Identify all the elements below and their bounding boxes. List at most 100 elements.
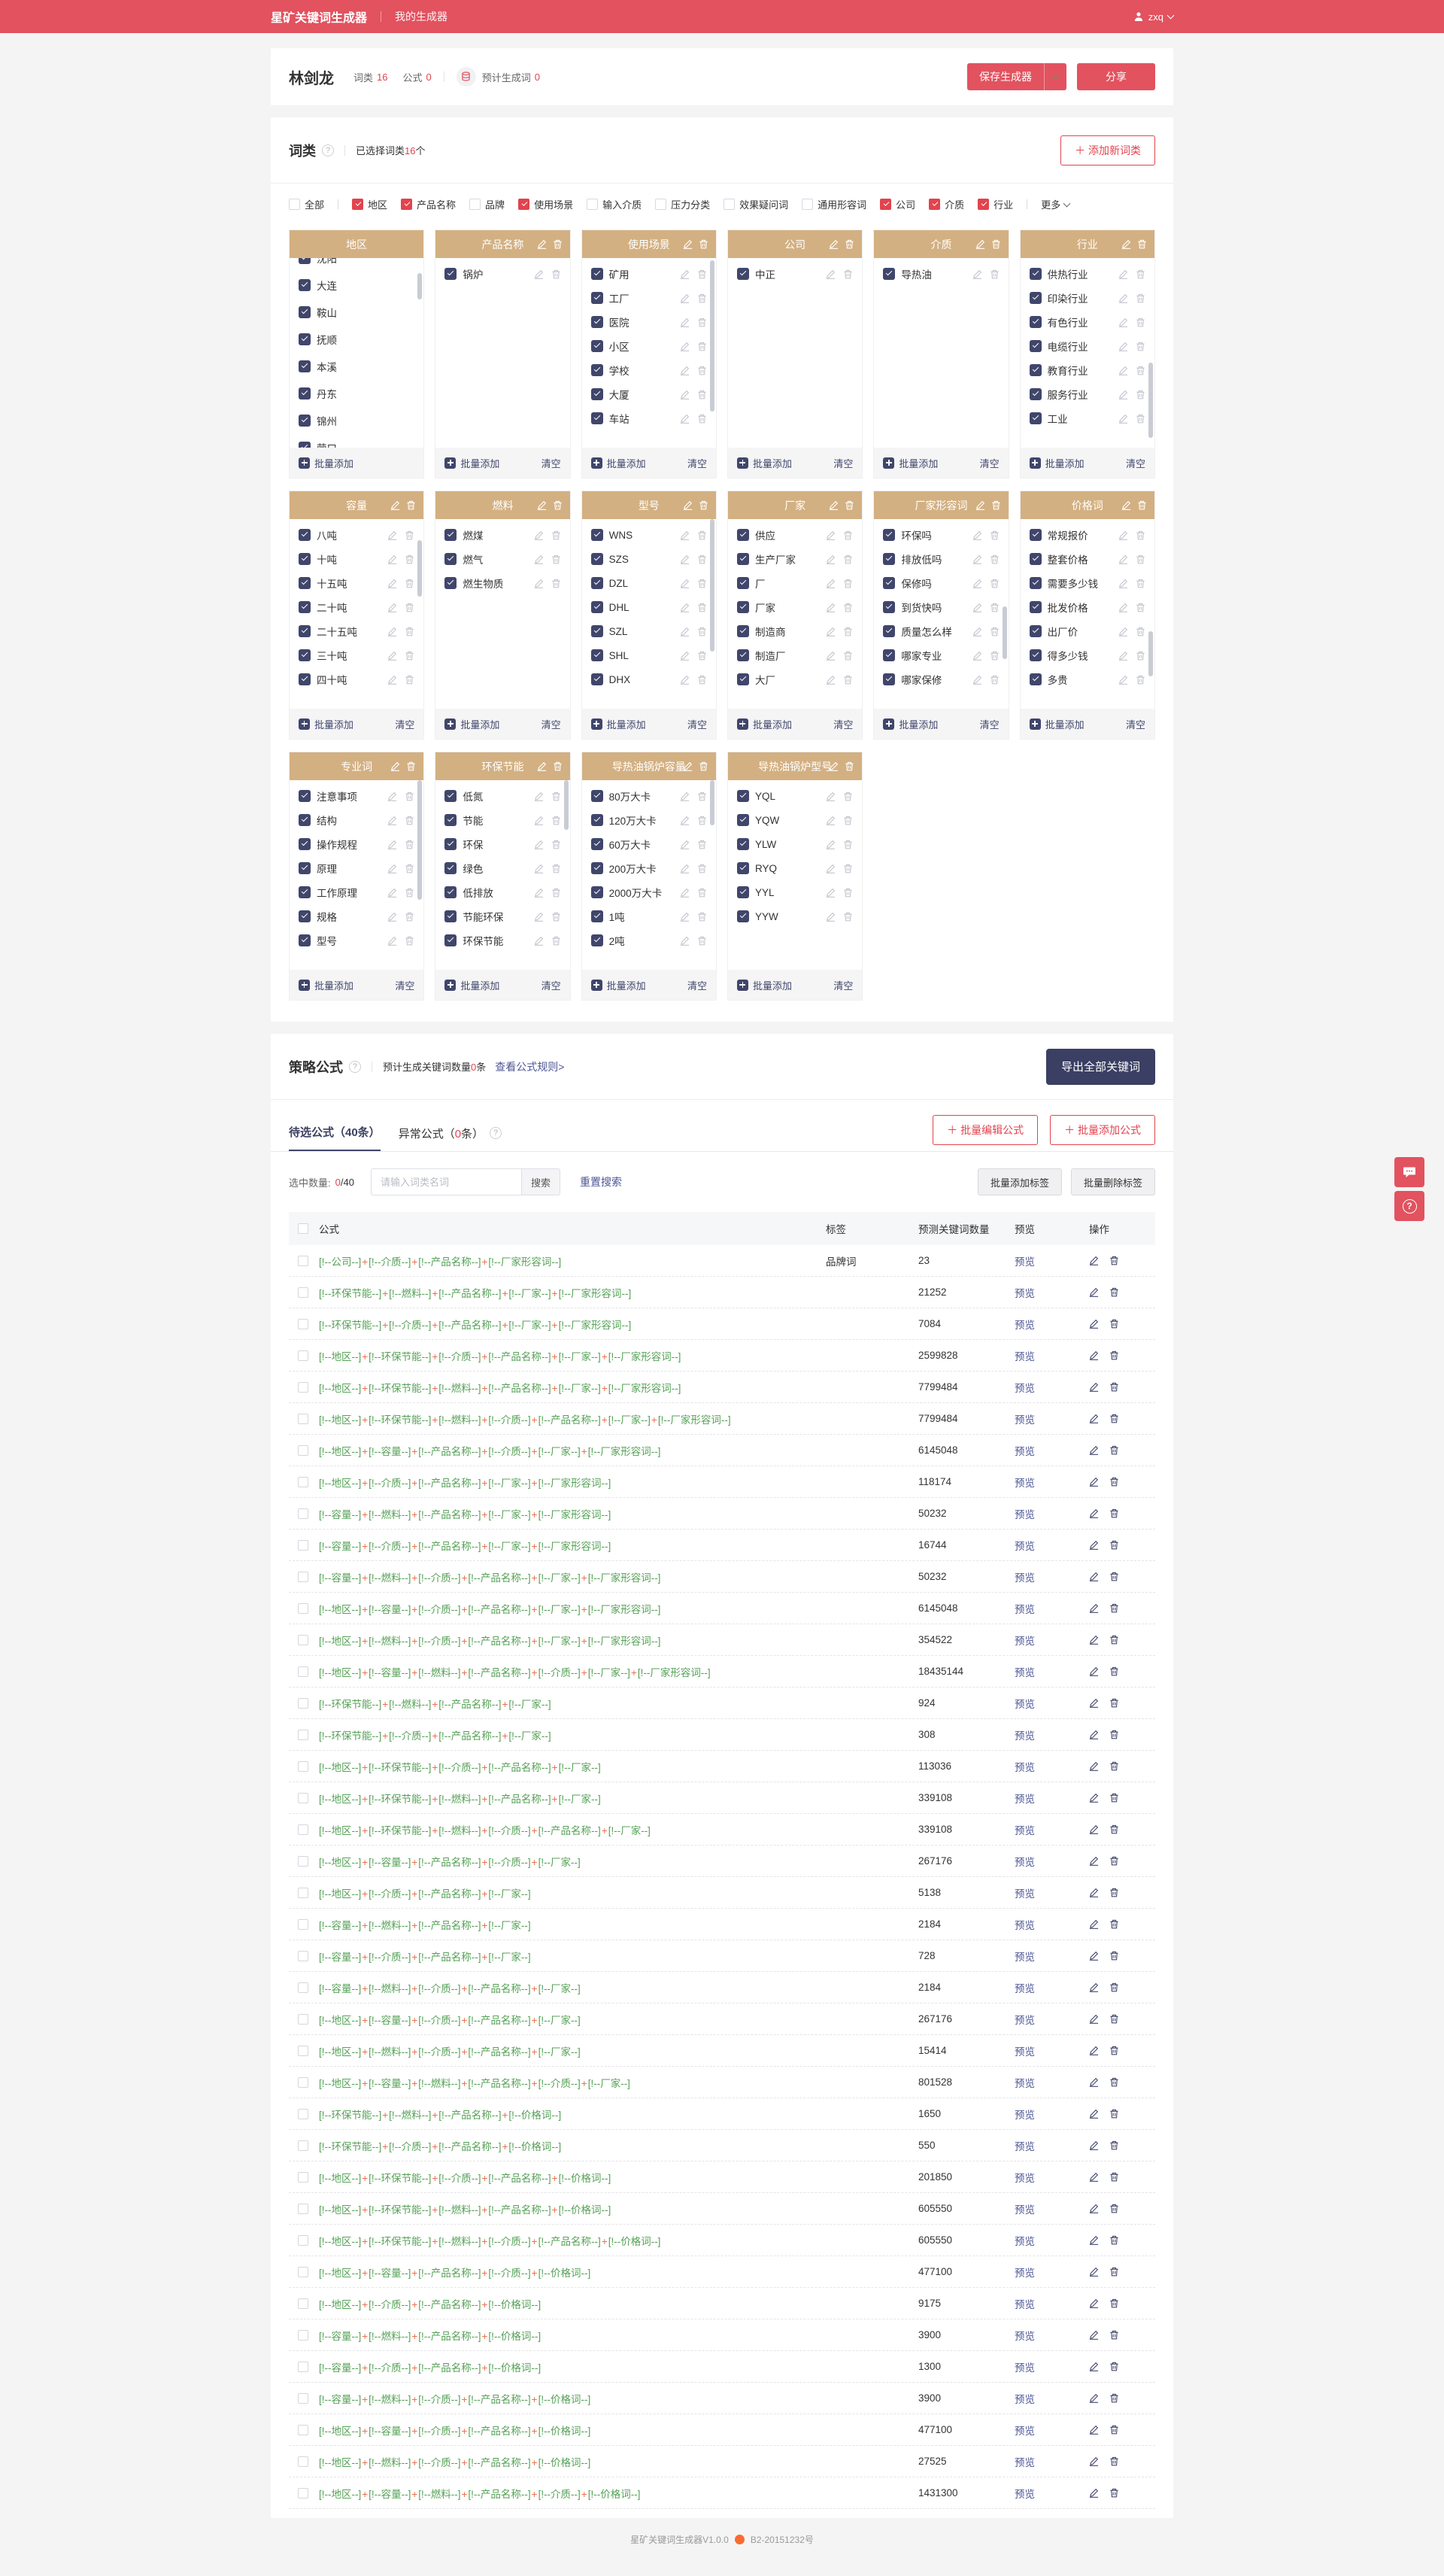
- edit-icon[interactable]: [680, 269, 690, 279]
- item-checkbox[interactable]: [299, 306, 311, 318]
- row-checkbox[interactable]: [298, 2140, 308, 2151]
- edit-icon[interactable]: [1089, 1382, 1099, 1392]
- edit-icon[interactable]: [1089, 1540, 1099, 1550]
- delete-icon[interactable]: [1136, 554, 1145, 564]
- item-checkbox[interactable]: [444, 529, 457, 541]
- scrollbar-thumb[interactable]: [1002, 606, 1007, 660]
- edit-icon[interactable]: [972, 530, 982, 540]
- edit-icon[interactable]: [1121, 239, 1131, 249]
- delete-icon[interactable]: [990, 627, 1000, 636]
- clear-button[interactable]: 清空: [1126, 456, 1145, 470]
- clear-button[interactable]: 清空: [1126, 717, 1145, 731]
- edit-icon[interactable]: [1089, 1982, 1099, 1992]
- row-checkbox[interactable]: [298, 1697, 308, 1709]
- preview-link[interactable]: 预览: [1015, 1509, 1035, 1520]
- batch-add-button[interactable]: 批量添加: [1029, 456, 1085, 470]
- delete-icon[interactable]: [1136, 675, 1145, 685]
- item-checkbox[interactable]: [444, 790, 457, 802]
- delete-icon[interactable]: [843, 603, 853, 612]
- delete-icon[interactable]: [405, 603, 414, 612]
- checkbox-icon[interactable]: [289, 199, 300, 210]
- delete-icon[interactable]: [405, 530, 414, 540]
- preview-link[interactable]: 预览: [1015, 1414, 1035, 1426]
- edit-icon[interactable]: [387, 912, 397, 922]
- batch-add-button[interactable]: 批量添加: [883, 717, 938, 731]
- edit-icon[interactable]: [972, 554, 982, 564]
- edit-icon[interactable]: [1118, 651, 1128, 661]
- edit-icon[interactable]: [1089, 1414, 1099, 1423]
- row-checkbox[interactable]: [298, 2487, 308, 2499]
- delete-icon[interactable]: [1109, 2046, 1119, 2055]
- edit-icon[interactable]: [534, 864, 544, 873]
- preview-link[interactable]: 预览: [1015, 2299, 1035, 2310]
- row-checkbox[interactable]: [298, 1634, 308, 1645]
- edit-icon[interactable]: [680, 390, 690, 399]
- delete-icon[interactable]: [1136, 627, 1145, 636]
- item-checkbox[interactable]: [883, 577, 896, 589]
- delete-icon[interactable]: [1136, 651, 1145, 661]
- edit-icon[interactable]: [1089, 1445, 1099, 1455]
- preview-link[interactable]: 预览: [1015, 2426, 1035, 2437]
- delete-icon[interactable]: [1137, 500, 1147, 510]
- delete-icon[interactable]: [843, 554, 853, 564]
- item-checkbox[interactable]: [590, 838, 603, 850]
- edit-icon[interactable]: [826, 840, 836, 849]
- delete-icon[interactable]: [697, 675, 707, 685]
- row-checkbox[interactable]: [298, 1476, 308, 1487]
- delete-icon[interactable]: [697, 791, 707, 801]
- batch-add-button[interactable]: 批量添加: [444, 717, 499, 731]
- checkbox-icon[interactable]: [352, 199, 364, 210]
- item-checkbox[interactable]: [883, 601, 896, 613]
- delete-icon[interactable]: [406, 500, 416, 510]
- edit-icon[interactable]: [1118, 675, 1128, 685]
- item-checkbox[interactable]: [883, 268, 896, 280]
- edit-icon[interactable]: [826, 675, 836, 685]
- edit-icon[interactable]: [537, 239, 547, 249]
- item-checkbox[interactable]: [590, 862, 603, 874]
- item-checkbox[interactable]: [736, 577, 749, 589]
- edit-icon[interactable]: [1089, 1666, 1099, 1676]
- item-checkbox[interactable]: [590, 388, 603, 400]
- preview-link[interactable]: 预览: [1015, 2331, 1035, 2342]
- edit-icon[interactable]: [1089, 2140, 1099, 2150]
- edit-icon[interactable]: [1089, 1572, 1099, 1581]
- delete-icon[interactable]: [405, 840, 414, 849]
- item-checkbox[interactable]: [299, 790, 311, 802]
- edit-icon[interactable]: [387, 651, 397, 661]
- item-checkbox[interactable]: [444, 910, 457, 922]
- item-checkbox[interactable]: [736, 886, 749, 898]
- preview-link[interactable]: 预览: [1015, 2141, 1035, 2152]
- scrollbar-thumb[interactable]: [563, 780, 569, 830]
- edit-icon[interactable]: [1089, 1256, 1099, 1265]
- edit-icon[interactable]: [1118, 603, 1128, 612]
- preview-link[interactable]: 预览: [1015, 1699, 1035, 1710]
- item-checkbox[interactable]: [883, 649, 896, 661]
- row-checkbox[interactable]: [298, 2361, 308, 2372]
- edit-icon[interactable]: [1089, 1824, 1099, 1834]
- item-checkbox[interactable]: [590, 577, 603, 589]
- delete-icon[interactable]: [697, 342, 707, 351]
- item-checkbox[interactable]: [736, 673, 749, 685]
- row-checkbox[interactable]: [298, 1444, 308, 1456]
- delete-icon[interactable]: [1136, 414, 1145, 424]
- item-checkbox[interactable]: [1029, 268, 1042, 280]
- edit-icon[interactable]: [1089, 2456, 1099, 2466]
- edit-icon[interactable]: [537, 761, 547, 771]
- edit-icon[interactable]: [1089, 1477, 1099, 1487]
- edit-icon[interactable]: [1118, 579, 1128, 588]
- delete-icon[interactable]: [1136, 269, 1145, 279]
- delete-icon[interactable]: [990, 554, 1000, 564]
- item-checkbox[interactable]: [444, 577, 457, 589]
- item-checkbox[interactable]: [736, 814, 749, 826]
- row-checkbox[interactable]: [298, 2266, 308, 2277]
- clear-button[interactable]: 清空: [395, 717, 414, 731]
- edit-icon[interactable]: [1089, 1319, 1099, 1329]
- delete-icon[interactable]: [1109, 2077, 1119, 2087]
- item-checkbox[interactable]: [444, 862, 457, 874]
- edit-icon[interactable]: [826, 627, 836, 636]
- scrollbar-thumb[interactable]: [417, 273, 423, 300]
- edit-icon[interactable]: [1089, 1793, 1099, 1803]
- edit-icon[interactable]: [826, 530, 836, 540]
- delete-icon[interactable]: [1109, 2235, 1119, 2245]
- export-keywords-button[interactable]: 导出全部关键词: [1045, 1048, 1155, 1085]
